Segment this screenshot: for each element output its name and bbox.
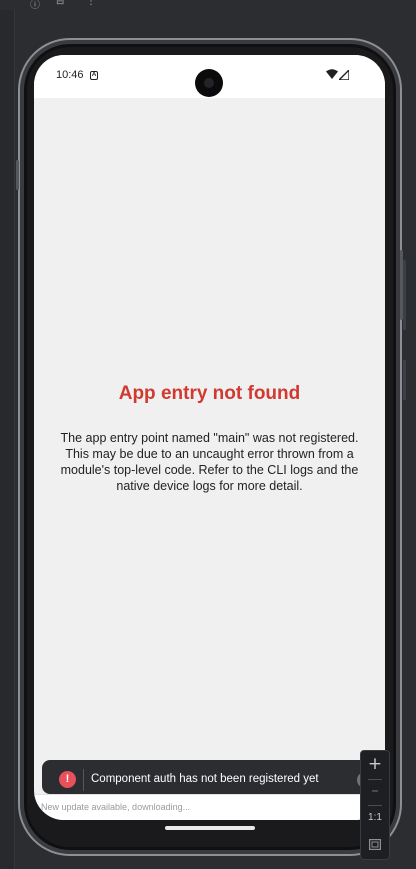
camera-cutout — [195, 69, 223, 97]
info-icon[interactable]: ⓘ — [30, 0, 40, 11]
fit-screen-icon[interactable] — [361, 835, 389, 854]
actual-size-button[interactable]: 1:1 — [361, 812, 389, 823]
zoom-controls: + – 1:1 — [360, 750, 390, 860]
status-bar: 10:46 A — [34, 55, 385, 98]
toast-message: Component auth has not been registered y… — [91, 773, 319, 785]
zoom-separator — [368, 779, 382, 780]
update-banner: New update available, downloading... — [34, 794, 385, 820]
emulator-window: ⓘ ⊟ ⋮ 10:46 A App entry not found The ap… — [0, 0, 416, 869]
emulator-toolbar: ⓘ ⊟ ⋮ — [0, 0, 416, 11]
device-icon[interactable]: ⊟ — [56, 0, 64, 7]
device-screen: 10:46 A App entry not found The app entr… — [34, 55, 385, 820]
zoom-separator — [368, 805, 382, 806]
right-panel-rail — [402, 10, 416, 869]
zoom-out-button[interactable]: – — [361, 781, 389, 799]
error-icon: ! — [59, 771, 76, 788]
wifi-icon — [326, 69, 338, 79]
power-button — [400, 250, 403, 320]
error-toast[interactable]: ! Component auth has not been registered… — [42, 760, 373, 794]
signal-icon — [339, 70, 349, 80]
more-icon[interactable]: ⋮ — [86, 0, 96, 7]
rail-handle[interactable] — [403, 260, 406, 330]
home-indicator[interactable] — [165, 826, 255, 830]
status-time: 10:46 — [56, 69, 84, 81]
update-message: New update available, downloading... — [41, 802, 191, 812]
error-message: The app entry point named "main" was not… — [60, 431, 359, 493]
error-title: App entry not found — [118, 383, 301, 404]
left-panel-rail — [0, 10, 15, 869]
rail-handle[interactable] — [403, 360, 406, 400]
zoom-in-button[interactable]: + — [361, 754, 389, 774]
toast-divider — [83, 769, 84, 791]
notification-badge: A — [90, 71, 98, 80]
volume-button — [16, 160, 19, 190]
